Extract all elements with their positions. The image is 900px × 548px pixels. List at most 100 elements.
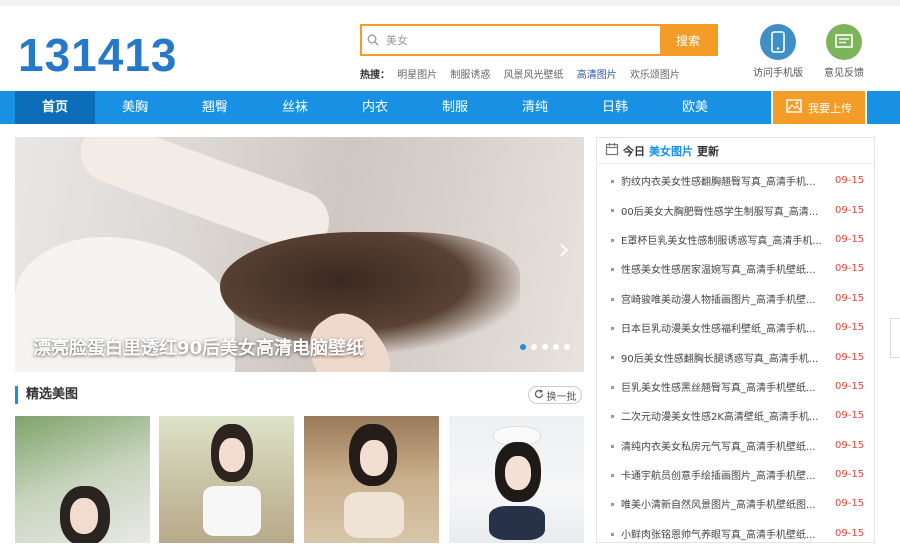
banner-caption[interactable]: 漂亮脸蛋白里透红90后美女高清电脑壁纸 <box>33 334 364 360</box>
list-item-date: 09-15 <box>835 292 865 304</box>
panel-title-post: 更新 <box>697 144 719 158</box>
list-item-date: 09-15 <box>835 527 865 539</box>
list-item-title[interactable]: 清纯内衣美女私房元气写真_高清手机壁纸... <box>621 438 831 453</box>
list-item[interactable]: 清纯内衣美女私房元气写真_高清手机壁纸... 09-15 <box>597 431 874 460</box>
list-item[interactable]: 巨乳美女性感黑丝翘臀写真_高清手机壁纸... 09-15 <box>597 372 874 401</box>
nav-item[interactable]: 翘臀 <box>175 91 255 124</box>
chevron-right-icon[interactable]: › <box>558 232 570 267</box>
list-item-title[interactable]: 二次元动漫美女性感2K高清壁纸_高清手机... <box>621 408 831 423</box>
mobile-version-link[interactable]: 访问手机版 <box>748 24 808 79</box>
list-item-title[interactable]: 唯美小清新自然风景图片_高清手机壁纸图... <box>621 496 831 511</box>
refresh-label: 换一批 <box>546 391 577 403</box>
panel-title-highlight[interactable]: 美女图片 <box>649 143 693 159</box>
featured-thumb[interactable] <box>159 416 294 543</box>
carousel-dot[interactable] <box>542 344 548 350</box>
hot-label: 热搜： <box>360 70 390 81</box>
update-list: 豹纹内衣美女性感翻胸翘臀写真_高清手机... 09-15 00后美女大胸肥臀性感学… <box>597 166 874 548</box>
nav-item[interactable]: 日韩 <box>575 91 655 124</box>
list-item[interactable]: 日本巨乳动漫美女性感福利壁纸_高清手机... 09-15 <box>597 313 874 342</box>
thumb-face <box>360 440 388 476</box>
list-item[interactable]: 宫崎骏唯美动漫人物插画图片_高清手机壁... 09-15 <box>597 284 874 313</box>
thumb-body <box>489 506 545 540</box>
list-item-date: 09-15 <box>835 410 865 422</box>
refresh-button[interactable]: 换一批 <box>528 386 582 404</box>
list-item-date: 09-15 <box>835 263 865 275</box>
refresh-icon <box>534 389 544 402</box>
carousel-dot[interactable] <box>553 344 559 350</box>
list-item-title[interactable]: 性感美女性感居家温婉写真_高清手机壁纸... <box>621 261 831 276</box>
list-item-title[interactable]: 巨乳美女性感黑丝翘臀写真_高清手机壁纸... <box>621 379 831 394</box>
nav-item[interactable]: 欧美 <box>655 91 735 124</box>
list-item-date: 09-15 <box>835 498 865 510</box>
search-icon <box>362 26 384 54</box>
feedback-link[interactable]: 意见反馈 <box>814 24 874 79</box>
nav-item-home[interactable]: 首页 <box>15 91 95 124</box>
search-button[interactable]: 搜索 <box>660 26 716 54</box>
thumb-body <box>344 492 404 538</box>
list-item-title[interactable]: 小鲜肉张铭恩帅气养眼写真_高清手机壁纸... <box>621 526 831 541</box>
side-float-tab[interactable] <box>890 318 900 358</box>
list-item-title[interactable]: E罩杯巨乳美女性感制服诱惑写真_高清手机... <box>621 232 831 247</box>
list-item-title[interactable]: 日本巨乳动漫美女性感福利壁纸_高清手机... <box>621 320 831 335</box>
hero-banner[interactable]: › 漂亮脸蛋白里透红90后美女高清电脑壁纸 <box>15 137 584 372</box>
carousel-dot[interactable] <box>564 344 570 350</box>
upload-button[interactable]: 我要上传 <box>771 91 867 124</box>
list-item[interactable]: 唯美小清新自然风景图片_高清手机壁纸图... 09-15 <box>597 489 874 518</box>
mobile-version-label: 访问手机版 <box>753 68 803 79</box>
hot-keyword[interactable]: 明星图片 <box>397 70 437 81</box>
panel-header: 今日 美女图片 更新 <box>597 138 874 164</box>
header: 131413 搜索 热搜： 明星图片 制服诱惑 风景风光壁纸 高清图片 欢乐颂图… <box>0 6 900 91</box>
nav-item[interactable]: 美胸 <box>95 91 175 124</box>
search-box: 搜索 <box>360 24 718 56</box>
list-item-date: 09-15 <box>835 439 865 451</box>
hot-searches: 热搜： 明星图片 制服诱惑 风景风光壁纸 高清图片 欢乐颂图片 <box>360 66 690 81</box>
featured-thumb[interactable] <box>449 416 584 543</box>
feedback-icon <box>826 24 862 60</box>
list-item[interactable]: 性感美女性感居家温婉写真_高清手机壁纸... 09-15 <box>597 254 874 283</box>
hot-keyword[interactable]: 制服诱惑 <box>450 70 490 81</box>
image-upload-icon <box>786 99 802 116</box>
nav-item[interactable]: 清纯 <box>495 91 575 124</box>
list-item[interactable]: 豹纹内衣美女性感翻胸翘臀写真_高清手机... 09-15 <box>597 166 874 195</box>
list-item[interactable]: E罩杯巨乳美女性感制服诱惑写真_高清手机... 09-15 <box>597 225 874 254</box>
list-item[interactable]: 90后美女性感翻胸长腿诱惑写真_高清手机... 09-15 <box>597 342 874 371</box>
list-item[interactable]: 二次元动漫美女性感2K高清壁纸_高清手机... 09-15 <box>597 401 874 430</box>
today-updates-panel: 今日 美女图片 更新 豹纹内衣美女性感翻胸翘臀写真_高清手机... 09-15 00后… <box>596 137 875 543</box>
nav-item[interactable]: 丝袜 <box>255 91 335 124</box>
hot-keyword[interactable]: 高清图片 <box>577 70 617 81</box>
carousel-dots <box>520 344 570 350</box>
list-item-date: 09-15 <box>835 322 865 334</box>
carousel-dot[interactable] <box>531 344 537 350</box>
site-logo[interactable]: 131413 <box>18 28 178 82</box>
featured-thumb[interactable] <box>15 416 150 543</box>
list-item[interactable]: 00后美女大胸肥臀性感学生制服写真_高清... 09-15 <box>597 195 874 224</box>
list-item[interactable]: 卡通宇航员创意手绘插画图片_高清手机壁... 09-15 <box>597 460 874 489</box>
list-item-title[interactable]: 00后美女大胸肥臀性感学生制服写真_高清... <box>621 203 831 218</box>
nav-item[interactable]: 制服 <box>415 91 495 124</box>
list-item-date: 09-15 <box>835 233 865 245</box>
nav-item[interactable]: 内衣 <box>335 91 415 124</box>
panel-title-pre: 今日 <box>623 144 645 158</box>
list-item-date: 09-15 <box>835 351 865 363</box>
list-item-title[interactable]: 90后美女性感翻胸长腿诱惑写真_高清手机... <box>621 350 831 365</box>
phone-icon <box>760 24 796 60</box>
section-title-featured: 精选美图 <box>15 386 78 404</box>
list-item-date: 09-15 <box>835 380 865 392</box>
list-item-date: 09-15 <box>835 204 865 216</box>
thumb-face <box>219 438 245 472</box>
hot-keyword[interactable]: 风景风光壁纸 <box>504 70 564 81</box>
main-nav: 首页 美胸 翘臀 丝袜 内衣 制服 清纯 日韩 欧美 我要上传 <box>0 91 900 124</box>
thumb-body <box>203 486 261 536</box>
search-input[interactable] <box>384 26 660 54</box>
list-item-title[interactable]: 豹纹内衣美女性感翻胸翘臀写真_高清手机... <box>621 173 831 188</box>
list-item-title[interactable]: 宫崎骏唯美动漫人物插画图片_高清手机壁... <box>621 291 831 306</box>
featured-thumb[interactable] <box>304 416 439 543</box>
carousel-dot[interactable] <box>520 344 526 350</box>
calendar-icon <box>605 142 619 159</box>
list-item-title[interactable]: 卡通宇航员创意手绘插画图片_高清手机壁... <box>621 467 831 482</box>
upload-label: 我要上传 <box>808 101 852 115</box>
thumb-face <box>505 456 531 490</box>
hot-keyword[interactable]: 欢乐颂图片 <box>630 70 680 81</box>
list-item-date: 09-15 <box>835 469 865 481</box>
list-item[interactable]: 小鲜肉张铭恩帅气养眼写真_高清手机壁纸... 09-15 <box>597 519 874 548</box>
